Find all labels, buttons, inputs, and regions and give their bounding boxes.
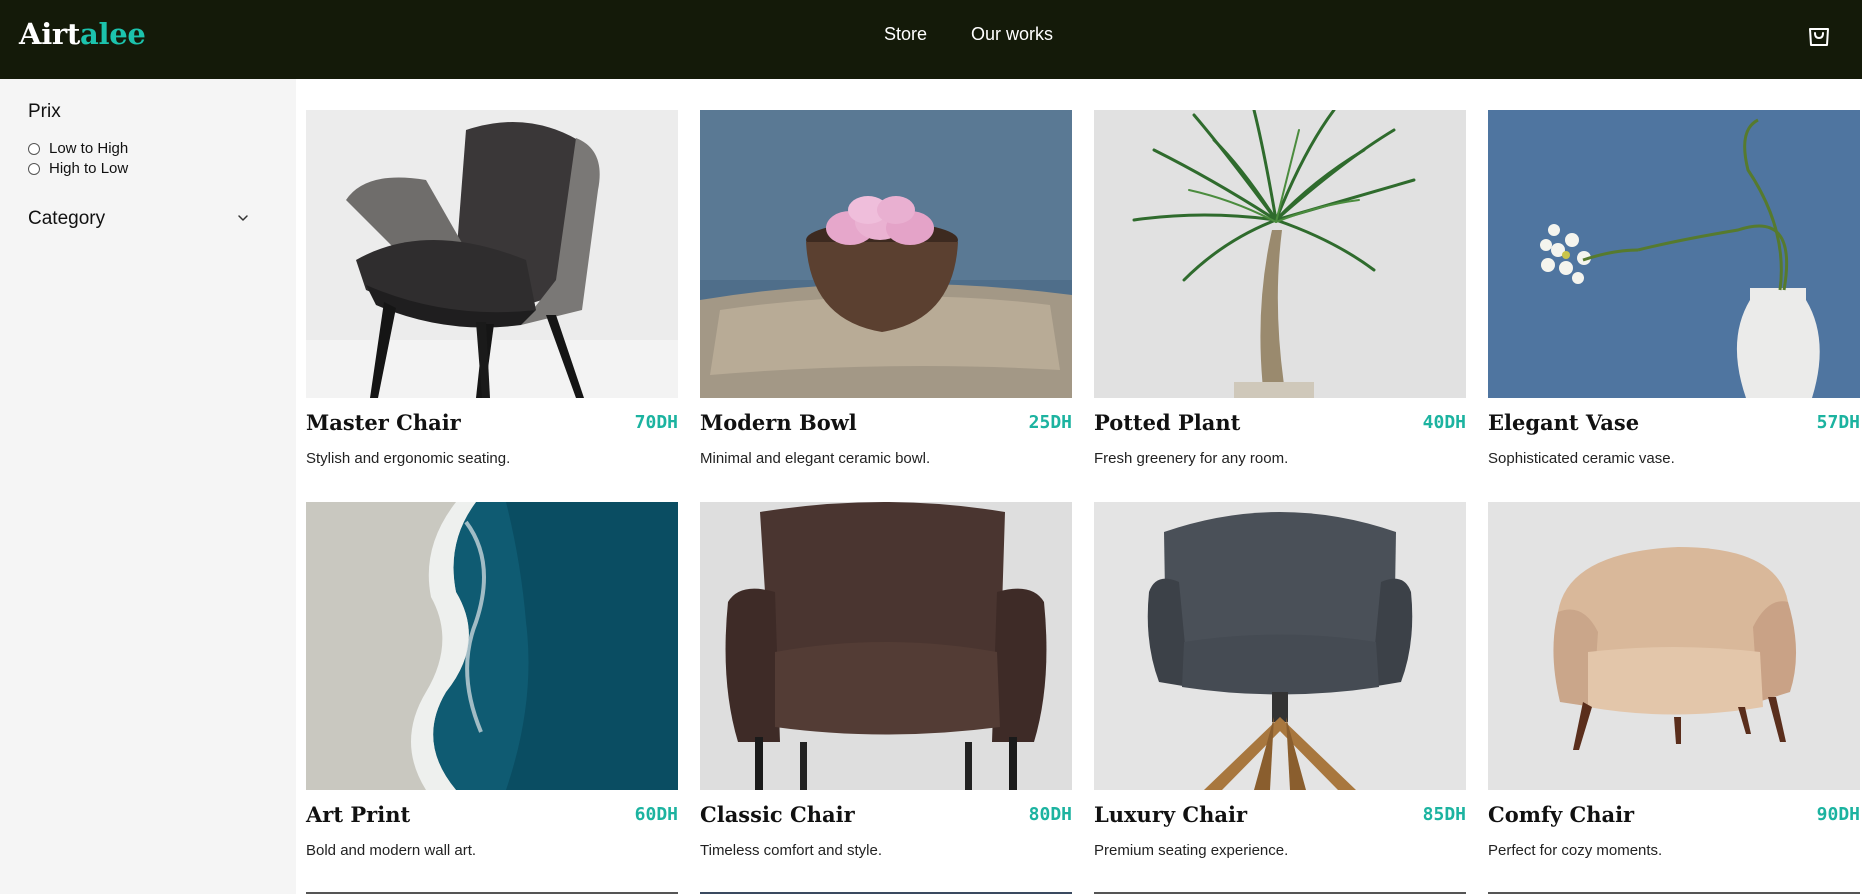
nav-link-our-works[interactable]: Our works (971, 24, 1053, 45)
product-image-wooden-bowl-pink-eggs[interactable] (700, 110, 1072, 398)
product-price: 25DH (1028, 412, 1072, 433)
product-description: Sophisticated ceramic vase. (1488, 450, 1675, 467)
sort-high-to-low-option[interactable]: High to Low (28, 160, 128, 177)
product-image-grey-armchair[interactable] (306, 110, 678, 398)
product-price: 85DH (1422, 804, 1466, 825)
product-name: Potted Plant (1094, 410, 1241, 435)
product-price: 70DH (634, 412, 678, 433)
product-image-white-vase-flower[interactable] (1488, 110, 1860, 398)
product-description: Stylish and ergonomic seating. (306, 450, 511, 467)
price-filter-title: Prix (28, 101, 61, 122)
logo-primary: Airt (19, 17, 80, 51)
product-image-dark-swivel-chair[interactable] (1094, 502, 1466, 790)
product-name: Modern Bowl (700, 410, 857, 435)
radio-button[interactable] (28, 142, 40, 155)
chevron-down-icon[interactable] (236, 211, 250, 225)
product-grid: Master Chair 70DH Stylish and ergonomic … (296, 79, 1862, 894)
sort-option-label: Low to High (49, 140, 129, 157)
product-name: Art Print (306, 802, 411, 827)
product-price: 57DH (1816, 412, 1860, 433)
product-description: Fresh greenery for any room. (1094, 450, 1289, 467)
sort-low-to-high-option[interactable]: Low to High (28, 140, 128, 157)
logo-accent: alee (80, 17, 146, 51)
product-image-brown-leather-chair[interactable] (700, 502, 1072, 790)
product-name: Elegant Vase (1488, 410, 1640, 435)
nav-link-store[interactable]: Store (884, 24, 927, 45)
shopping-bag-icon[interactable] (1806, 22, 1832, 48)
product-image-ocean-aerial[interactable] (306, 502, 678, 790)
product-image-palm-plant[interactable] (1094, 110, 1466, 398)
main-nav: Store Our works (884, 24, 1053, 45)
product-name: Master Chair (306, 410, 461, 435)
product-price: 60DH (634, 804, 678, 825)
product-price: 90DH (1816, 804, 1860, 825)
product-price: 40DH (1422, 412, 1466, 433)
product-name: Comfy Chair (1488, 802, 1635, 827)
product-image-beige-armchair[interactable] (1488, 502, 1860, 790)
product-description: Minimal and elegant ceramic bowl. (700, 450, 931, 467)
sort-option-label: High to Low (49, 160, 129, 177)
product-description: Premium seating experience. (1094, 842, 1289, 859)
product-description: Bold and modern wall art. (306, 842, 477, 859)
category-dropdown[interactable]: Category (28, 208, 250, 232)
category-title: Category (28, 208, 106, 229)
radio-button[interactable] (28, 162, 40, 175)
site-logo[interactable]: Airtalee (19, 17, 146, 51)
product-name: Luxury Chair (1094, 802, 1248, 827)
product-name: Classic Chair (700, 802, 855, 827)
product-description: Timeless comfort and style. (700, 842, 882, 859)
filter-sidebar: Prix Low to High High to Low Category (0, 79, 296, 894)
top-navbar: Airtalee Store Our works (0, 0, 1862, 79)
product-description: Perfect for cozy moments. (1488, 842, 1663, 859)
product-price: 80DH (1028, 804, 1072, 825)
